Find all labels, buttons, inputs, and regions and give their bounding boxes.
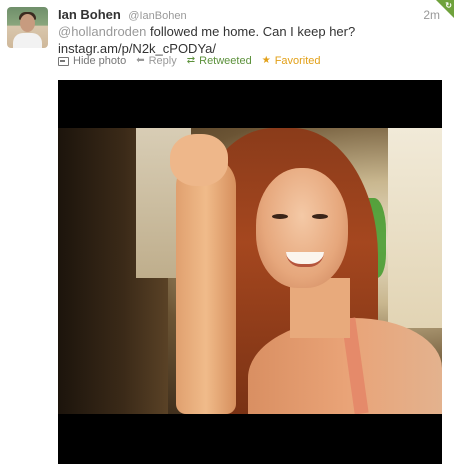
photo-eye-left — [272, 214, 288, 219]
photo-window — [388, 128, 442, 328]
photo-eye-right — [312, 214, 328, 219]
reply-button[interactable]: ⬅ Reply — [136, 55, 177, 67]
author-name[interactable]: Ian Bohen — [58, 7, 121, 22]
reply-arrow-icon: ⬅ — [136, 55, 145, 66]
photo-icon — [58, 56, 69, 66]
photo-hand — [170, 134, 228, 186]
avatar-shirt — [13, 33, 42, 48]
author-username[interactable]: @IanBohen — [128, 10, 186, 22]
retweeted-label: Retweeted — [199, 55, 252, 67]
favorited-button[interactable]: ★ Favorited — [262, 55, 321, 67]
tweet-body: followed me home. Can I keep her? — [146, 24, 356, 39]
photo-image — [58, 128, 442, 414]
tweet-text: @hollandroden followed me home. Can I ke… — [58, 23, 443, 57]
photo-arm — [176, 156, 236, 414]
retweet-icon: ⇄ — [186, 55, 196, 66]
tweet-header: Ian Bohen @IanBohen — [58, 6, 187, 24]
hide-photo-label: Hide photo — [73, 55, 127, 67]
avatar[interactable] — [7, 7, 48, 48]
photo-face — [256, 168, 348, 288]
tweet-actions: Hide photo ⬅ Reply ⇄ Retweeted ★ Favorit… — [58, 55, 331, 67]
retweeted-button[interactable]: ⇄ Retweeted — [187, 55, 252, 67]
hide-photo-button[interactable]: Hide photo — [58, 55, 126, 67]
favorited-label: Favorited — [274, 55, 321, 67]
star-icon: ★ — [261, 55, 271, 66]
retweet-badge-mark: ↻ — [445, 1, 452, 10]
reply-label: Reply — [148, 55, 177, 67]
mention-link[interactable]: @hollandroden — [58, 24, 146, 39]
tweet: Ian Bohen @IanBohen 2m ↻ @hollandroden f… — [0, 0, 454, 471]
avatar-face — [20, 14, 35, 32]
tweet-photo[interactable] — [58, 80, 442, 464]
